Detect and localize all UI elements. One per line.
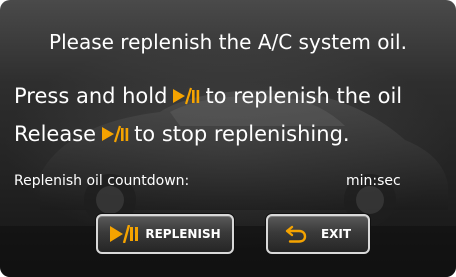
play-pause-icon	[172, 87, 200, 105]
play-pause-icon	[101, 125, 129, 143]
instruction-hold: Press and hold to replenish the oil	[14, 84, 402, 108]
replenish-button-label: REPLENISH	[145, 227, 221, 241]
replenish-button[interactable]: REPLENISH	[96, 214, 234, 254]
exit-button[interactable]: EXIT	[266, 214, 370, 254]
screen-title: Please replenish the A/C system oil.	[49, 30, 407, 54]
countdown-unit: min:sec	[346, 173, 401, 189]
instruction-release-prefix: Release	[14, 122, 97, 146]
exit-button-label: EXIT	[320, 227, 352, 241]
instruction-release: Release to stop replenishing.	[14, 122, 350, 146]
instruction-hold-suffix: to replenish the oil	[205, 84, 403, 108]
play-pause-icon	[109, 225, 139, 243]
instruction-release-suffix: to stop replenishing.	[134, 122, 350, 146]
replenish-oil-screen: Please replenish the A/C system oil. Pre…	[0, 0, 456, 277]
countdown-label: Replenish oil countdown:	[14, 173, 190, 189]
instruction-hold-prefix: Press and hold	[14, 84, 168, 108]
back-arrow-icon	[285, 225, 307, 243]
